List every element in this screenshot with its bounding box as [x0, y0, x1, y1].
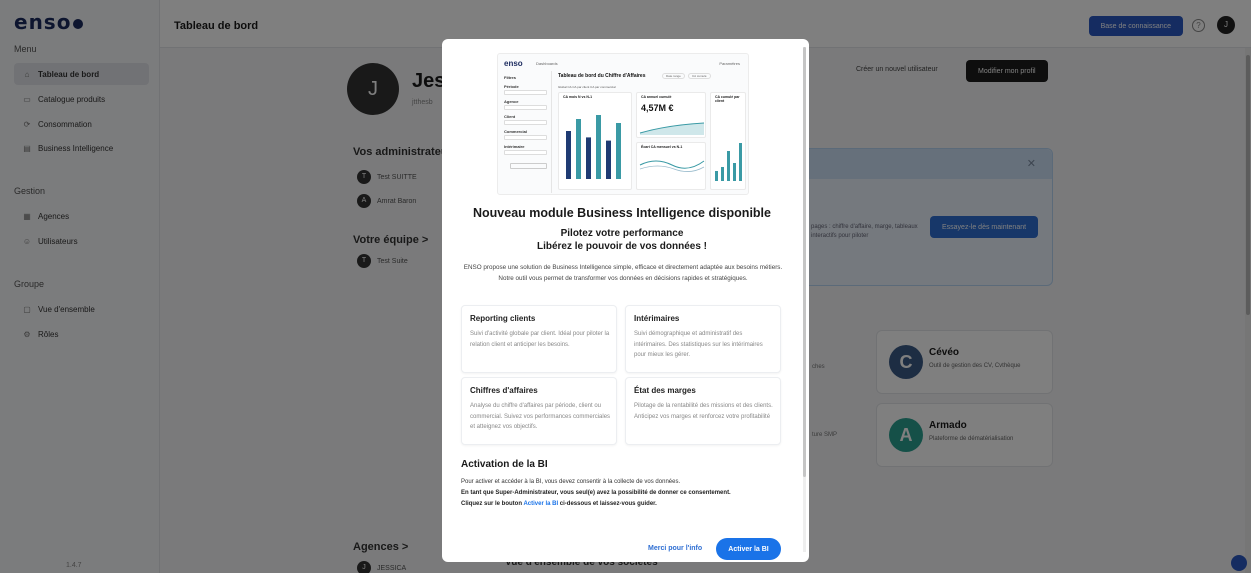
- bi-announcement-modal: enso Dashboards Paramètres Filtres Pério…: [442, 39, 809, 562]
- preview-bar: [606, 140, 611, 179]
- preview-menu: Dashboards: [536, 61, 558, 66]
- activation-text: Pour activer et accéder à la BI, vous de…: [461, 479, 731, 507]
- modal-scrollbar[interactable]: [803, 47, 806, 552]
- preview-client-bars: [715, 143, 742, 181]
- preview-panel-client: CA cumulé par client: [710, 92, 746, 190]
- feature-card-temps: Intérimaires Suivi démographique et admi…: [625, 305, 781, 373]
- preview-bar: [576, 119, 581, 179]
- activate-bi-link[interactable]: Activer la BI: [523, 501, 558, 507]
- preview-panel-annual: CA annuel cumulé 4,57M €: [636, 92, 706, 138]
- feature-card-revenue: Chiffres d'affaires Analyse du chiffre d…: [461, 377, 617, 445]
- preview-client-bar: [727, 151, 730, 181]
- preview-bar: [586, 137, 591, 179]
- modal-description: ENSO propose une solution de Business In…: [463, 264, 783, 282]
- modal-subtitle-2: Libérez le pouvoir de vos données !: [536, 241, 708, 252]
- preview-bar: [566, 131, 571, 179]
- feature-card-margins: État des marges Pilotage de la rentabili…: [625, 377, 781, 445]
- feature-card-reporting: Reporting clients Suivi d'activité globa…: [461, 305, 617, 373]
- preview-bar: [616, 123, 621, 179]
- preview-bar: [596, 115, 601, 179]
- modal-subtitle-1: Pilotez votre performance: [560, 228, 684, 239]
- thanks-info-button[interactable]: Merci pour l'info: [648, 545, 702, 552]
- preview-title: Tableau de bord du Chiffre d'Affaires: [558, 73, 646, 79]
- preview-client-bar: [721, 167, 724, 181]
- preview-settings: Paramètres: [719, 61, 740, 66]
- activation-title: Activation de la BI: [461, 459, 548, 470]
- preview-bar-chart: [566, 115, 621, 179]
- preview-panel-monthly: CA mois N vs N-1: [558, 92, 632, 190]
- modal-title: Nouveau module Business Intelligence dis…: [473, 206, 771, 220]
- preview-filters: Filtres Période Agence Client Commercial…: [502, 71, 552, 193]
- preview-client-bar: [739, 143, 742, 181]
- bi-dashboard-preview: enso Dashboards Paramètres Filtres Pério…: [497, 53, 749, 195]
- preview-client-bar: [733, 163, 736, 181]
- preview-panel-gap: Écart CA mensuel vs N-1: [636, 142, 706, 190]
- preview-area-chart: [639, 122, 705, 135]
- preview-client-bar: [715, 171, 718, 181]
- preview-tabs: Global CA CA par client CA par commercia…: [558, 85, 616, 89]
- preview-logo: enso: [504, 59, 523, 68]
- activate-bi-button[interactable]: Activer la BI: [716, 538, 781, 560]
- preview-line-chart: [639, 160, 705, 172]
